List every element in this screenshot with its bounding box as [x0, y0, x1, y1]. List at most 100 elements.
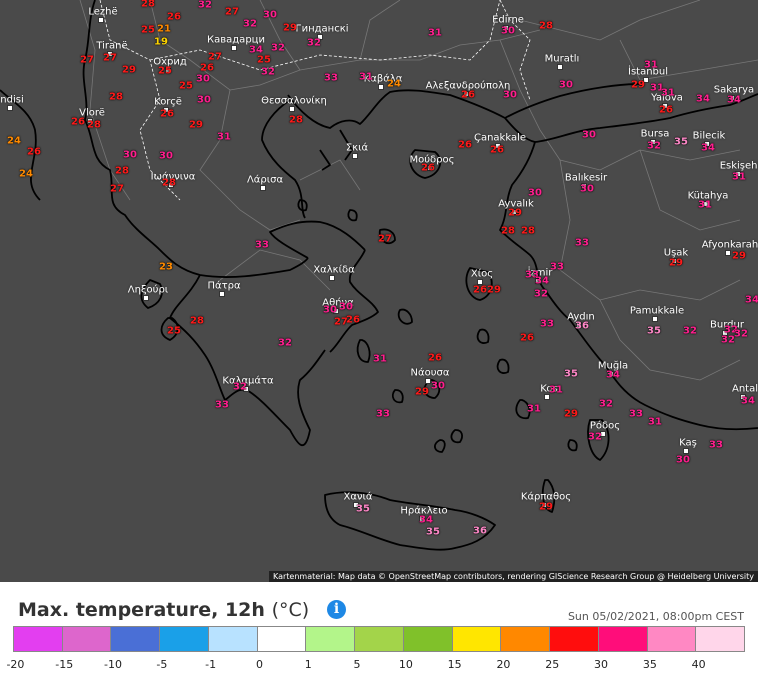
temperature-value[interactable]: 27 — [103, 53, 117, 64]
temperature-value[interactable]: 27 — [80, 55, 94, 66]
temperature-value[interactable]: 26 — [200, 63, 214, 74]
temperature-value[interactable]: 28 — [539, 21, 553, 32]
temperature-value[interactable]: 30 — [582, 130, 596, 141]
temperature-value[interactable]: 34 — [741, 396, 755, 407]
temperature-value[interactable]: 19 — [154, 37, 168, 48]
temperature-value[interactable]: 32 — [734, 329, 748, 340]
temperature-value[interactable]: 33 — [709, 440, 723, 451]
temperature-value[interactable]: 30 — [123, 150, 137, 161]
temperature-value[interactable]: 28 — [141, 0, 155, 10]
temperature-value[interactable]: 34 — [745, 295, 758, 306]
temperature-value[interactable]: 36 — [575, 321, 589, 332]
temperature-value[interactable]: 28 — [162, 178, 176, 189]
temperature-value[interactable]: 29 — [283, 23, 297, 34]
temperature-value[interactable]: 32 — [647, 141, 661, 152]
temperature-value[interactable]: 32 — [261, 67, 275, 78]
temperature-value[interactable]: 29 — [732, 251, 746, 262]
temperature-value[interactable]: 30 — [503, 90, 517, 101]
temperature-value[interactable]: 34 — [727, 95, 741, 106]
temperature-value[interactable]: 26 — [346, 315, 360, 326]
temperature-value[interactable]: 30 — [559, 80, 573, 91]
temperature-value[interactable]: 26 — [27, 147, 41, 158]
temperature-value[interactable]: 25 — [167, 326, 181, 337]
temperature-value[interactable]: 26 — [520, 333, 534, 344]
temperature-value[interactable]: 29 — [564, 409, 578, 420]
temperature-value[interactable]: 35 — [674, 137, 688, 148]
temperature-value[interactable]: 31 — [698, 200, 712, 211]
temperature-value[interactable]: 27 — [225, 7, 239, 18]
temperature-value[interactable]: 30 — [501, 26, 515, 37]
temperature-value[interactable]: 34 — [701, 143, 715, 154]
temperature-value[interactable]: 30 — [339, 302, 353, 313]
temperature-value[interactable]: 29 — [669, 258, 683, 269]
temperature-value[interactable]: 31 — [428, 28, 442, 39]
temperature-value[interactable]: 32 — [233, 382, 247, 393]
info-icon[interactable]: i — [327, 600, 346, 619]
temperature-value[interactable]: 36 — [473, 526, 487, 537]
temperature-value[interactable]: 29 — [508, 208, 522, 219]
temperature-value[interactable]: 27 — [208, 52, 222, 63]
temperature-value[interactable]: 33 — [215, 400, 229, 411]
temperature-value[interactable]: 26 — [490, 145, 504, 156]
temperature-value[interactable]: 30 — [196, 74, 210, 85]
temperature-value[interactable]: 30 — [431, 381, 445, 392]
temperature-value[interactable]: 24 — [19, 169, 33, 180]
temperature-value[interactable]: 31 — [648, 417, 662, 428]
temperature-value[interactable]: 28 — [115, 166, 129, 177]
temperature-value[interactable]: 33 — [255, 240, 269, 251]
temperature-value[interactable]: 29 — [415, 387, 429, 398]
temperature-value[interactable]: 26 — [167, 12, 181, 23]
temperature-value[interactable]: 30 — [676, 455, 690, 466]
temperature-value[interactable]: 34 — [696, 94, 710, 105]
temperature-value[interactable]: 35 — [647, 326, 661, 337]
temperature-value[interactable]: 31 — [661, 88, 675, 99]
temperature-value[interactable]: 32 — [534, 289, 548, 300]
temperature-value[interactable]: 28 — [521, 226, 535, 237]
temperature-value[interactable]: 26 — [461, 90, 475, 101]
temperature-value[interactable]: 21 — [157, 24, 171, 35]
temperature-value[interactable]: 31 — [359, 72, 373, 83]
temperature-value[interactable]: 35 — [426, 527, 440, 538]
temperature-value[interactable]: 29 — [122, 65, 136, 76]
temperature-value[interactable]: 33 — [540, 319, 554, 330]
temperature-value[interactable]: 29 — [631, 80, 645, 91]
temperature-value[interactable]: 33 — [324, 73, 338, 84]
temperature-value[interactable]: 31 — [549, 385, 563, 396]
temperature-value[interactable]: 26 — [71, 117, 85, 128]
temperature-value[interactable]: 30 — [580, 184, 594, 195]
temperature-value[interactable]: 25 — [257, 55, 271, 66]
temperature-value[interactable]: 35 — [564, 369, 578, 380]
temperature-value[interactable]: 24 — [7, 136, 21, 147]
temperature-value[interactable]: 34 — [606, 370, 620, 381]
temperature-value[interactable]: 29 — [539, 502, 553, 513]
map-attribution[interactable]: Kartenmaterial: Map data © OpenStreetMap… — [268, 571, 758, 582]
temperature-value[interactable]: 30 — [528, 188, 542, 199]
temperature-value[interactable]: 27 — [378, 234, 392, 245]
temperature-value[interactable]: 28 — [501, 226, 515, 237]
temperature-value[interactable]: 32 — [307, 38, 321, 49]
temperature-value[interactable]: 30 — [197, 95, 211, 106]
temperature-value[interactable]: 31 — [732, 172, 746, 183]
temperature-value[interactable]: 35 — [356, 504, 370, 515]
weather-map[interactable]: Lezhë Tiranë Охрид Кавадарци Гинданскі Edirne… — [0, 0, 758, 582]
temperature-value[interactable]: 30 — [159, 151, 173, 162]
temperature-value[interactable]: 27 — [110, 184, 124, 195]
temperature-value[interactable]: 26 — [160, 109, 174, 120]
temperature-value[interactable]: 26 — [421, 163, 435, 174]
temperature-value[interactable]: 34 — [419, 515, 433, 526]
temperature-value[interactable]: 32 — [683, 326, 697, 337]
temperature-value[interactable]: 33 — [629, 409, 643, 420]
temperature-value[interactable]: 23 — [159, 262, 173, 273]
temperature-value[interactable]: 28 — [109, 92, 123, 103]
temperature-value[interactable]: 30 — [323, 305, 337, 316]
temperature-value[interactable]: 25 — [158, 66, 172, 77]
temperature-value[interactable]: 31 — [644, 60, 658, 71]
temperature-value[interactable]: 32 — [271, 43, 285, 54]
temperature-value[interactable]: 26 — [473, 285, 487, 296]
temperature-value[interactable]: 33 — [376, 409, 390, 420]
temperature-value[interactable]: 32 — [243, 19, 257, 30]
temperature-value[interactable]: 29 — [487, 285, 501, 296]
temperature-value[interactable]: 26 — [659, 105, 673, 116]
temperature-value[interactable]: 31 — [373, 354, 387, 365]
temperature-value[interactable]: 33 — [575, 238, 589, 249]
